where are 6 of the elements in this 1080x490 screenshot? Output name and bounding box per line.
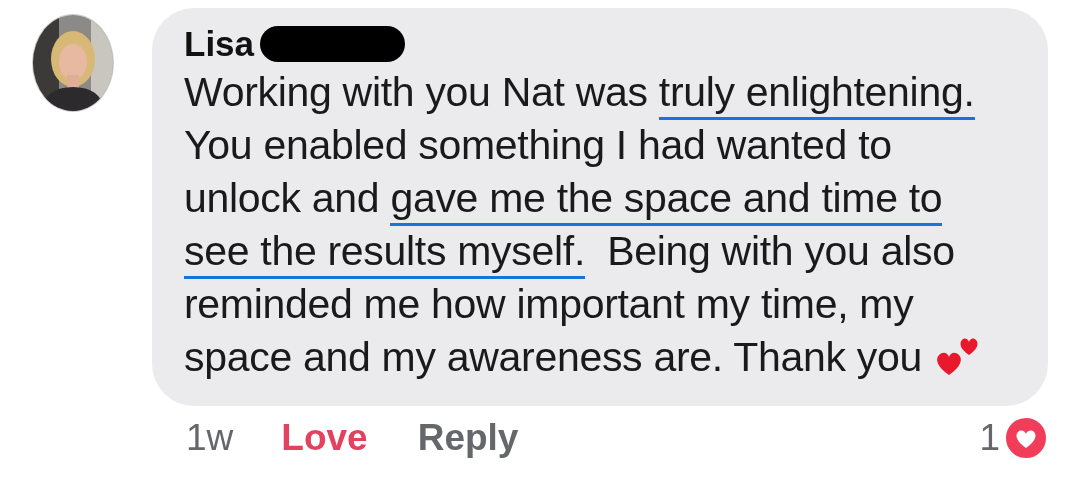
reply-link[interactable]: Reply bbox=[417, 417, 519, 459]
comment-text: Working with you Nat was truly enlightening. You enabled something I had wanted to unlock and gave me the space and time to see the results myself. Being with you also reminded me how important my time, my space and my awareness are. Thank you bbox=[184, 66, 1048, 384]
love-link[interactable]: Love bbox=[281, 417, 368, 459]
author-name[interactable]: Lisa bbox=[184, 24, 255, 64]
reaction-count: 1 bbox=[979, 417, 1000, 459]
timestamp: 1w bbox=[186, 417, 234, 459]
